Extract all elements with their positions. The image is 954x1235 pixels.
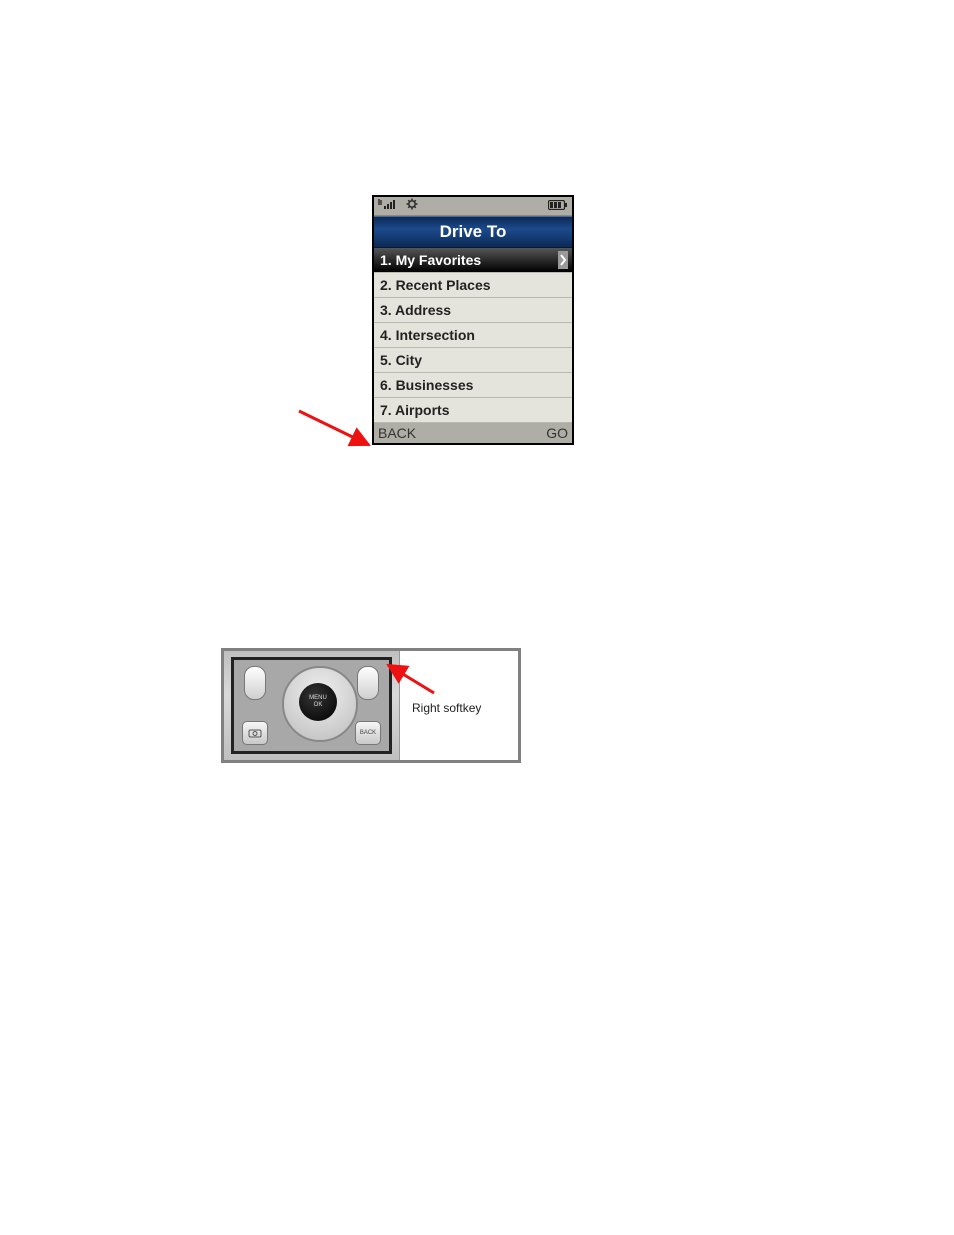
keypad-caption: Right softkey [412, 701, 481, 715]
softkey-right[interactable]: GO [546, 425, 568, 441]
camera-icon [248, 728, 262, 738]
menu-item-label: 5. City [380, 352, 422, 368]
menu-item-address[interactable]: 3. Address [374, 298, 572, 323]
menu-item-airports[interactable]: 7. Airports [374, 398, 572, 423]
phone-screen: Drive To 1. My Favorites 2. Recent Place… [372, 195, 574, 445]
battery-icon [548, 197, 568, 215]
softkey-left[interactable]: BACK [378, 425, 416, 441]
status-bar [374, 197, 572, 216]
menu-item-label: 6. Businesses [380, 377, 473, 393]
screen-title: Drive To [374, 216, 572, 248]
menu-item-label: 3. Address [380, 302, 451, 318]
phone-keypad: MENU OK BACK [224, 651, 400, 760]
right-softkey-button[interactable] [357, 666, 379, 700]
menu-item-my-favorites[interactable]: 1. My Favorites [374, 248, 572, 273]
menu-item-label: 7. Airports [380, 402, 450, 418]
softkey-bar: BACK GO [374, 423, 572, 443]
camera-key[interactable] [242, 721, 268, 745]
menu-item-city[interactable]: 5. City [374, 348, 572, 373]
menu-item-intersection[interactable]: 4. Intersection [374, 323, 572, 348]
drive-to-menu: 1. My Favorites 2. Recent Places 3. Addr… [374, 248, 572, 423]
back-key[interactable]: BACK [355, 721, 381, 745]
menu-item-recent-places[interactable]: 2. Recent Places [374, 273, 572, 298]
gear-icon [406, 197, 418, 215]
signal-icon [378, 197, 400, 215]
menu-item-businesses[interactable]: 6. Businesses [374, 373, 572, 398]
menu-item-label: 1. My Favorites [380, 252, 481, 268]
menu-item-label: 4. Intersection [380, 327, 475, 343]
chevron-right-icon [558, 251, 568, 272]
left-softkey-button[interactable] [244, 666, 266, 700]
dpad-center-button[interactable]: MENU OK [299, 683, 337, 721]
menu-item-label: 2. Recent Places [380, 277, 491, 293]
keypad-figure: MENU OK BACK Right softkey [221, 648, 521, 763]
